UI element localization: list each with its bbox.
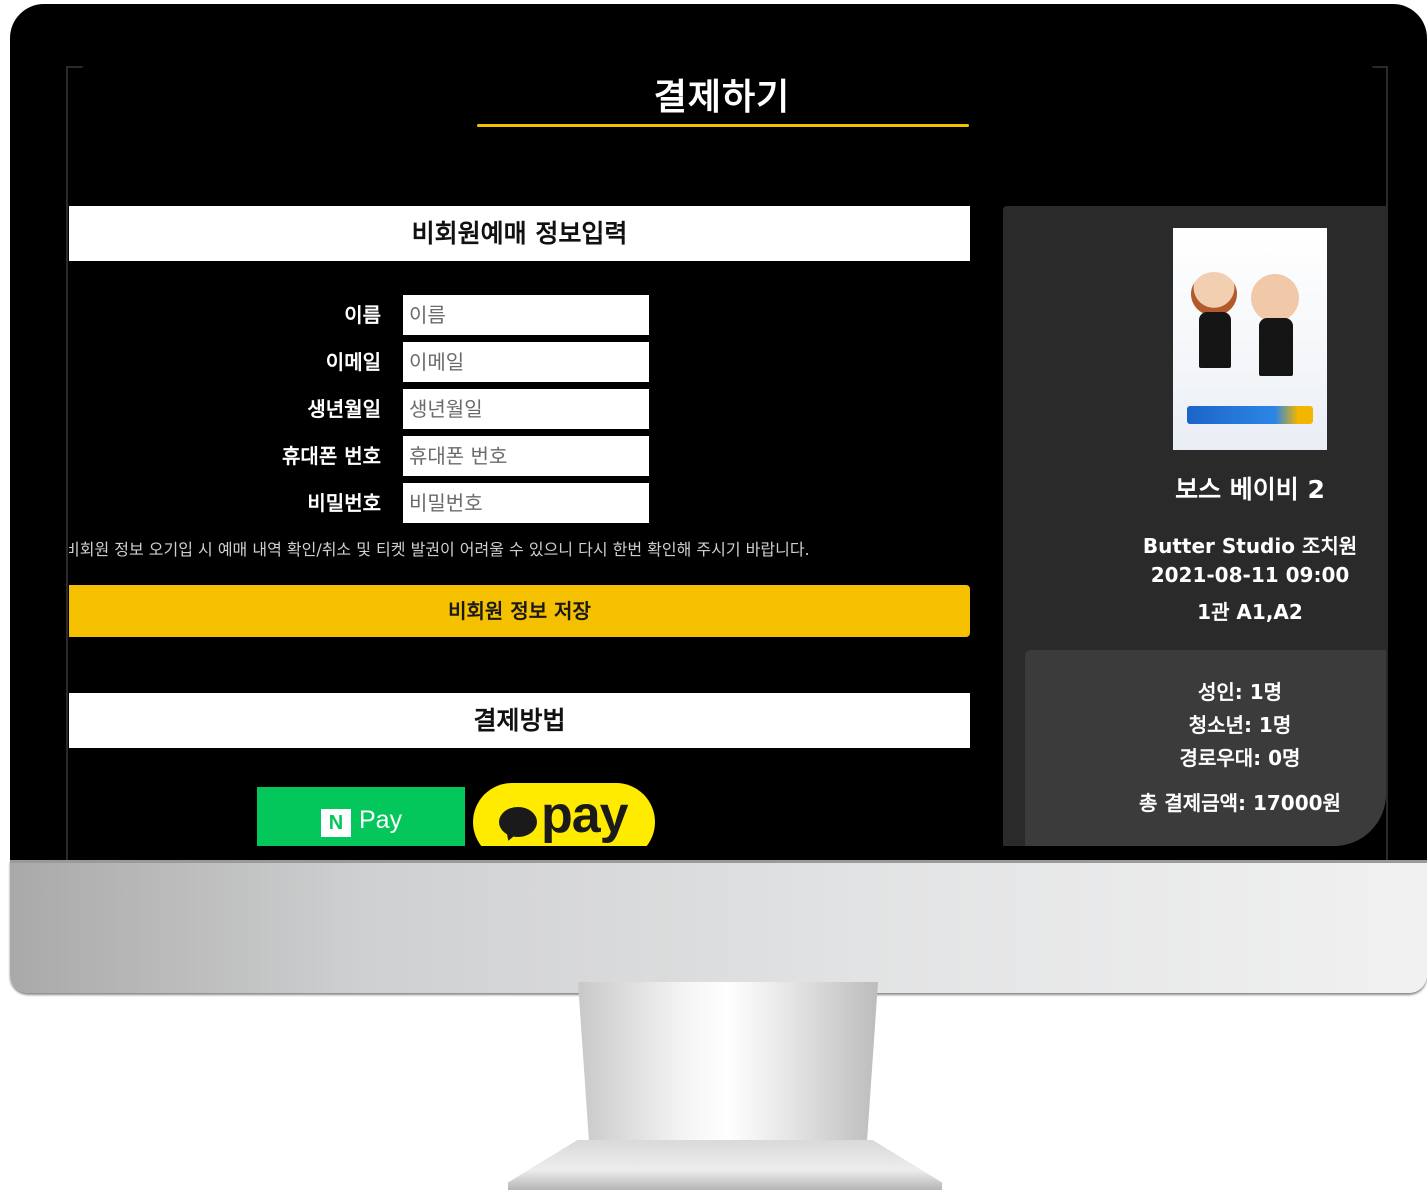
birthdate-input[interactable] <box>403 389 649 429</box>
kakao-pay-label: pay <box>541 786 629 844</box>
save-guest-info-button[interactable]: 비회원 정보 저장 <box>69 585 970 637</box>
seat-info: 1관 A1,A2 <box>1197 600 1303 624</box>
booking-summary-panel: 보스 베이비 2 Butter Studio 조치원 2021-08-11 09… <box>1003 206 1386 846</box>
poster-title-graphic <box>1187 406 1313 424</box>
speech-bubble-icon <box>499 807 537 837</box>
email-row: 이메일 <box>69 342 669 382</box>
monitor-stand-base <box>508 1140 942 1190</box>
guest-info-header: 비회원예매 정보입력 <box>69 206 970 261</box>
adult-count: 성인: 1명 <box>1197 680 1283 704</box>
monitor-chin <box>10 860 1427 993</box>
phone-row: 휴대폰 번호 <box>69 436 669 476</box>
email-label: 이메일 <box>325 350 381 374</box>
total-amount: 총 결제금액: 17000원 <box>1139 791 1341 815</box>
senior-count: 경로우대: 0명 <box>1179 746 1301 770</box>
phone-input[interactable] <box>403 436 649 476</box>
birthdate-row: 생년월일 <box>69 389 669 429</box>
password-row: 비밀번호 <box>69 483 669 523</box>
naver-pay-label: Pay <box>359 806 403 834</box>
title-underline <box>477 124 969 127</box>
screen: 결제하기 비회원예매 정보입력 이름 이메일 생년월일 휴대폰 번호 비밀번호 … <box>69 50 1386 846</box>
movie-title: 보스 베이비 2 <box>1175 475 1325 504</box>
theater-name: Butter Studio 조치원 <box>1142 534 1358 558</box>
name-input[interactable] <box>403 295 649 335</box>
movie-poster <box>1173 228 1327 450</box>
youth-count: 청소년: 1명 <box>1188 713 1292 737</box>
email-input[interactable] <box>403 342 649 382</box>
password-input[interactable] <box>403 483 649 523</box>
birthdate-label: 생년월일 <box>307 397 381 421</box>
phone-label: 휴대폰 번호 <box>282 444 381 468</box>
monitor-stand-neck <box>578 982 878 1156</box>
kakao-pay-button[interactable]: pay <box>473 783 655 846</box>
name-row: 이름 <box>69 295 669 335</box>
page-title: 결제하기 <box>653 77 791 118</box>
ticket-summary-box: 성인: 1명 청소년: 1명 경로우대: 0명 총 결제금액: 17000원 <box>1025 650 1386 846</box>
naver-pay-button[interactable]: N Pay <box>257 787 465 846</box>
password-label: 비밀번호 <box>307 491 381 515</box>
name-label: 이름 <box>344 303 381 327</box>
guest-info-notice: 비회원 정보 오기입 시 예매 내역 확인/취소 및 티켓 발권이 어려울 수 … <box>69 540 810 559</box>
show-datetime: 2021-08-11 09:00 <box>1150 563 1350 587</box>
naver-logo-icon: N <box>321 809 351 837</box>
payment-method-header: 결제방법 <box>69 693 970 748</box>
